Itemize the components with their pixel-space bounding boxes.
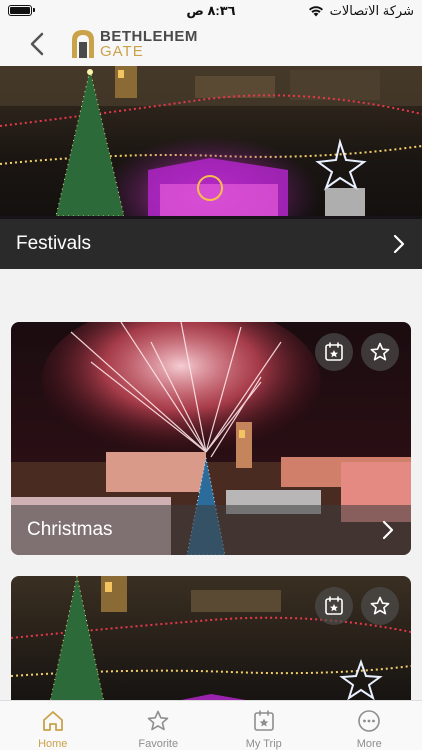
christmas-card[interactable]: Christmas (11, 322, 411, 555)
tab-favorite[interactable]: Favorite (106, 701, 212, 750)
back-button[interactable] (24, 30, 52, 58)
star-icon (370, 596, 390, 615)
festival-card[interactable] (11, 576, 411, 700)
star-icon (370, 342, 390, 361)
carrier-name: شركة الاتصالات (329, 3, 414, 18)
tab-more-label: More (356, 738, 382, 750)
status-right: شركة الاتصالات (308, 3, 414, 19)
tab-my-trip[interactable]: My Trip (211, 701, 317, 750)
gate-logo-icon (72, 30, 94, 58)
festivals-label: Festivals (16, 233, 91, 254)
app-logo: BETHLEHEM GATE (70, 26, 198, 62)
christmas-caption-bar[interactable]: Christmas (11, 505, 411, 555)
festivals-caption-bar[interactable]: Festivals (0, 219, 422, 269)
favorite-button[interactable] (361, 333, 399, 371)
chevron-right-icon (393, 234, 405, 254)
festival-photo (11, 576, 411, 700)
chevron-right-icon (382, 520, 394, 540)
tab-favorite-label: Favorite (138, 738, 179, 750)
favorite-button[interactable] (361, 587, 399, 625)
wifi-icon (308, 6, 323, 17)
tab-my-trip-label: My Trip (245, 738, 282, 750)
tab-home[interactable]: Home (0, 701, 106, 750)
app-header: BETHLEHEM GATE (0, 22, 422, 66)
add-to-trip-button[interactable] (315, 587, 353, 625)
home-icon (42, 711, 63, 731)
add-to-trip-button[interactable] (315, 333, 353, 371)
star-icon (147, 710, 169, 731)
tab-bar: Home Favorite My Trip More (0, 700, 422, 750)
main-content: Festivals Christmas (0, 66, 422, 700)
logo-text-line2: GATE (100, 43, 144, 60)
calendar-star-icon (325, 342, 343, 361)
more-icon (358, 710, 381, 732)
tab-more[interactable]: More (317, 701, 422, 750)
christmas-label: Christmas (27, 519, 113, 540)
calendar-star-icon (325, 596, 343, 615)
tab-home-label: Home (38, 738, 68, 750)
logo-text-line1: BETHLEHEM (100, 28, 198, 45)
calendar-star-icon (253, 710, 274, 731)
status-bar: ٨:٣٦ ص شركة الاتصالات (0, 0, 422, 22)
chevron-left-icon (30, 32, 44, 56)
festivals-banner[interactable]: Festivals (0, 66, 422, 269)
